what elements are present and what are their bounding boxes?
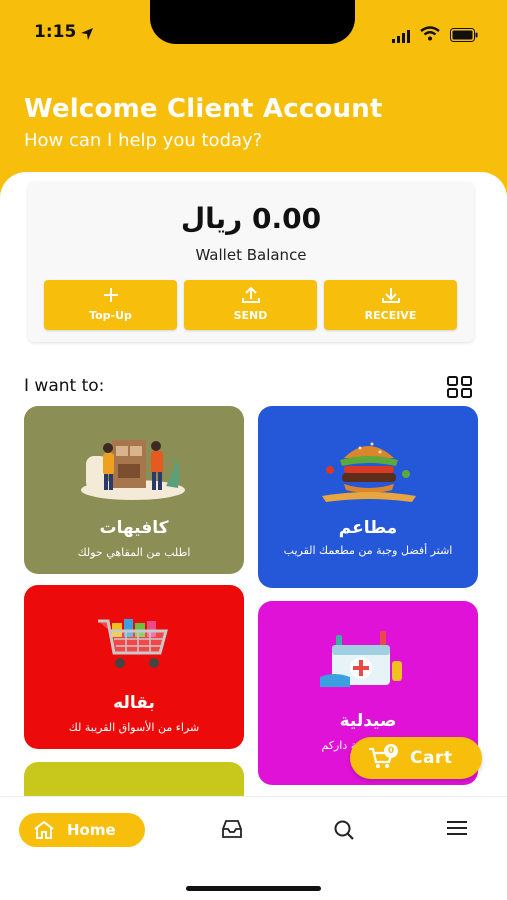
shopping-cart-illustration — [98, 619, 168, 668]
category-description: اطلب من المقاهي حولك — [77, 546, 191, 559]
category-description: اشتر أفضل وجبة من مطعمك القريب — [283, 544, 453, 557]
category-title: بقاله — [113, 693, 155, 713]
download-icon — [381, 288, 400, 303]
receive-button[interactable]: RECEIVE — [324, 280, 457, 330]
wallet-balance-label: Wallet Balance — [195, 246, 307, 264]
status-bar: 1:15 — [0, 0, 507, 44]
bottom-nav: Home — [0, 796, 507, 900]
page-subtitle: How can I help you today? — [24, 130, 263, 151]
top-up-button[interactable]: Top-Up — [44, 280, 177, 330]
send-button[interactable]: SEND — [184, 280, 317, 330]
category-title: مطاعم — [338, 518, 398, 538]
device-notch — [150, 0, 355, 44]
cart-count-badge: 0 — [384, 744, 398, 758]
cafe-illustration — [81, 440, 185, 500]
top-up-label: Top-Up — [89, 309, 132, 322]
home-indicator — [186, 886, 321, 891]
app-screen: 1:15 Welcome Client Account How can I he… — [0, 0, 507, 900]
page-title: Welcome Client Account — [24, 94, 383, 124]
pharmacy-illustration — [320, 631, 402, 687]
cart-label: Cart — [410, 748, 453, 768]
category-cafes[interactable]: كافيهات اطلب من المقاهي حولك — [24, 406, 244, 574]
plus-icon — [103, 288, 118, 302]
header: 1:15 Welcome Client Account How can I he… — [0, 0, 507, 200]
send-label: SEND — [233, 309, 268, 322]
category-title: كافيهات — [99, 518, 169, 538]
inbox-icon[interactable] — [221, 819, 243, 843]
main-content: 0.00 ريال Wallet Balance Top-Up SEND REC… — [0, 172, 507, 822]
home-icon — [33, 820, 55, 844]
nav-home-label: Home — [67, 821, 116, 839]
menu-icon[interactable] — [446, 819, 468, 841]
category-restaurants[interactable]: مطاعم اشتر أفضل وجبة من مطعمك القريب — [258, 406, 478, 588]
cart-button[interactable]: 0 Cart — [350, 737, 482, 779]
section-label: I want to: — [24, 376, 105, 396]
upload-icon — [241, 287, 260, 303]
location-arrow-icon — [80, 26, 94, 45]
wifi-icon — [420, 26, 440, 45]
category-description: شراء من الأسواق القريبة لك — [68, 721, 200, 734]
search-icon[interactable] — [333, 819, 355, 845]
category-title: صيدلية — [339, 711, 397, 731]
nav-home[interactable]: Home — [19, 813, 145, 847]
wallet-balance-value: 0.00 ريال — [180, 202, 322, 235]
category-grocery[interactable]: بقاله شراء من الأسواق القريبة لك — [24, 585, 244, 749]
wallet-actions: Top-Up SEND RECEIVE — [44, 280, 458, 330]
battery-icon — [450, 27, 478, 46]
burger-illustration — [322, 442, 416, 502]
wallet-card: 0.00 ريال Wallet Balance Top-Up SEND REC… — [28, 182, 474, 342]
signal-icon — [392, 28, 412, 47]
grid-view-icon[interactable] — [447, 376, 473, 402]
status-time: 1:15 — [34, 22, 77, 42]
receive-label: RECEIVE — [364, 309, 417, 322]
